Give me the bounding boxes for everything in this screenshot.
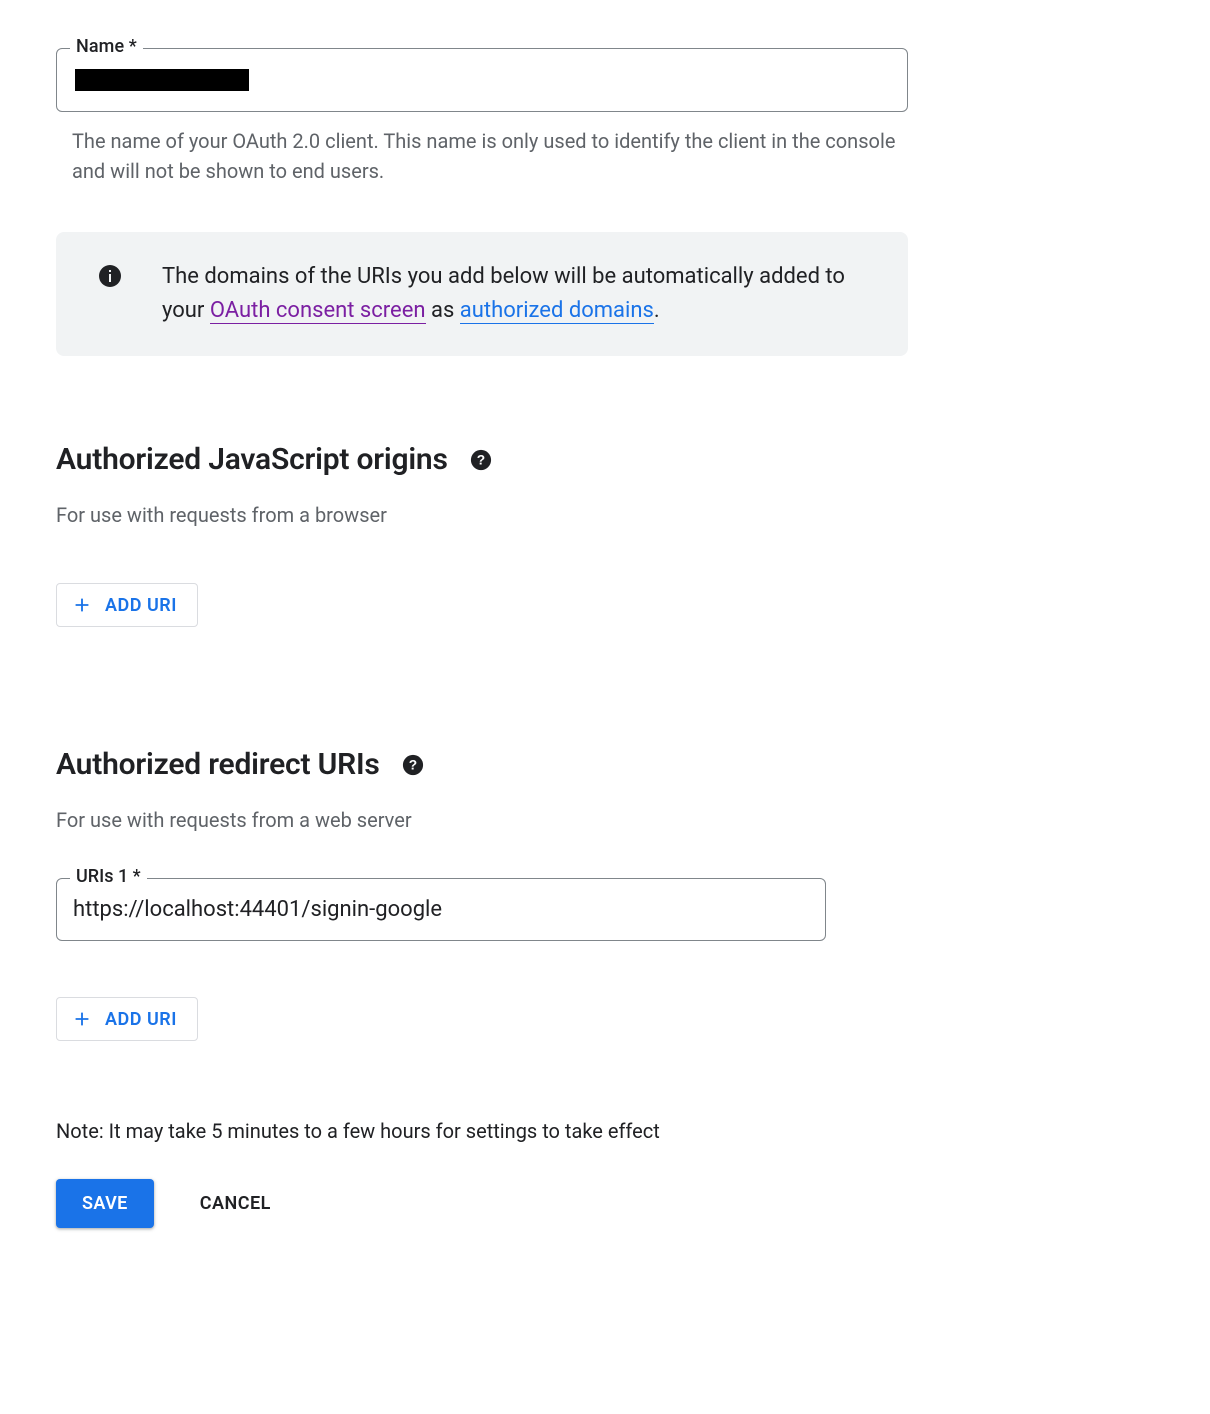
redirect-uris-heading: Authorized redirect URIs — [56, 747, 380, 782]
svg-text:?: ? — [477, 452, 485, 467]
help-icon[interactable]: ? — [402, 754, 424, 776]
action-button-row: SAVE CANCEL — [56, 1179, 1154, 1228]
info-banner: The domains of the URIs you add below wi… — [56, 232, 908, 356]
save-button[interactable]: SAVE — [56, 1179, 154, 1228]
authorized-domains-link[interactable]: authorized domains — [460, 298, 654, 324]
redirect-uri-1-label: URIs 1 * — [70, 866, 147, 887]
name-field-label: Name * — [70, 36, 143, 57]
add-js-origin-uri-label: ADD URI — [105, 595, 177, 616]
add-redirect-uri-button[interactable]: ADD URI — [56, 997, 198, 1041]
plus-icon — [71, 594, 93, 616]
add-js-origin-uri-button[interactable]: ADD URI — [56, 583, 198, 627]
info-icon — [98, 264, 122, 288]
oauth-consent-link[interactable]: OAuth consent screen — [210, 298, 426, 324]
redirect-uris-sub: For use with requests from a web server — [56, 808, 1154, 832]
plus-icon — [71, 1008, 93, 1030]
info-banner-text: The domains of the URIs you add below wi… — [162, 260, 880, 328]
info-suffix: . — [654, 298, 660, 323]
note-text: Note: It may take 5 minutes to a few hou… — [56, 1119, 1154, 1143]
js-origins-sub: For use with requests from a browser — [56, 503, 1154, 527]
name-input[interactable] — [56, 48, 908, 112]
redirect-uris-heading-row: Authorized redirect URIs ? — [56, 747, 1154, 782]
add-redirect-uri-label: ADD URI — [105, 1009, 177, 1030]
cancel-button[interactable]: CANCEL — [194, 1192, 277, 1215]
name-helper-text: The name of your OAuth 2.0 client. This … — [56, 126, 908, 186]
redirect-uri-1-wrap: URIs 1 * — [56, 878, 826, 941]
redirect-uri-1-input[interactable] — [56, 878, 826, 941]
help-icon[interactable]: ? — [470, 449, 492, 471]
svg-text:?: ? — [408, 757, 416, 772]
name-input-value-redacted — [75, 69, 249, 91]
info-middle: as — [426, 298, 460, 323]
name-field-wrap: Name * — [56, 48, 908, 112]
js-origins-heading: Authorized JavaScript origins — [56, 442, 448, 477]
js-origins-heading-row: Authorized JavaScript origins ? — [56, 442, 1154, 477]
